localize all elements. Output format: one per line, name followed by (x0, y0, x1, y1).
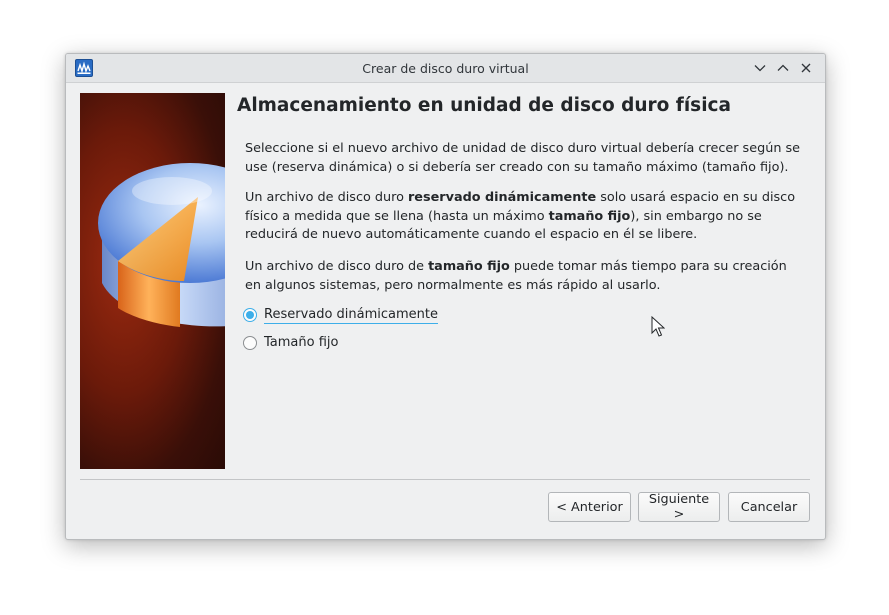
window-title: Crear de disco duro virtual (362, 61, 529, 76)
dialog-window: Crear de disco duro virtual Almacenamien… (65, 53, 826, 540)
chevron-up-icon (777, 64, 789, 71)
next-button[interactable]: Siguiente > (638, 492, 720, 522)
description-paragraph-2: Un archivo de disco duro reservado dinám… (245, 190, 796, 242)
description-paragraph-3: Un archivo de disco duro de tamaño fijo … (245, 259, 787, 293)
close-icon (801, 63, 811, 73)
chevron-down-icon (754, 65, 766, 72)
mouse-pointer-icon (651, 315, 666, 342)
button-separator (80, 479, 810, 480)
radio-label-dynamic[interactable]: Reservado dinámicamente (264, 307, 439, 324)
radio-button-checked[interactable] (243, 308, 257, 322)
minimize-button[interactable] (752, 60, 768, 76)
page-heading: Almacenamiento en unidad de disco duro f… (237, 95, 731, 116)
close-button[interactable] (798, 60, 814, 76)
radio-label-fixed[interactable]: Tamaño fijo (264, 335, 338, 351)
disk-chart-illustration (98, 163, 225, 327)
back-button[interactable]: < Anterior (548, 492, 631, 522)
cancel-button[interactable]: Cancelar (728, 492, 810, 522)
title-bar[interactable]: Crear de disco duro virtual (66, 54, 825, 83)
wizard-side-image (80, 93, 225, 469)
radio-dynamically-allocated[interactable]: Reservado dinámicamente (243, 305, 439, 325)
description-paragraph-1: Seleccione si el nuevo archivo de unidad… (245, 141, 801, 175)
maximize-button[interactable] (775, 60, 791, 76)
radio-button-unchecked[interactable] (243, 336, 257, 350)
radio-fixed-size[interactable]: Tamaño fijo (243, 333, 338, 353)
